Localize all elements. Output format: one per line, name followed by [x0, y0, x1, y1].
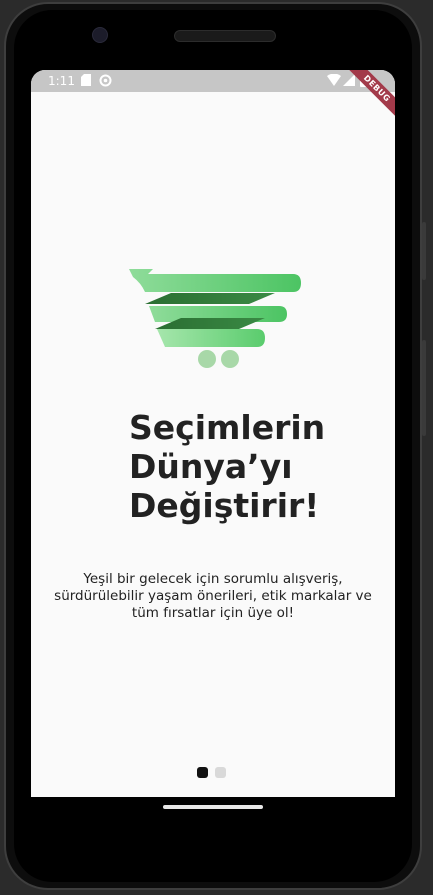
onboarding-subtitle: Yeşil bir gelecek için sorumlu alışveriş…	[54, 571, 372, 621]
settings-icon	[99, 74, 112, 90]
navigation-bar	[31, 797, 395, 821]
status-time: 1:11	[48, 74, 75, 88]
status-bar: 1:11 DEBUG	[31, 70, 395, 122]
onboarding-headline: Seçimlerin Dünya’yı Değiştirir!	[129, 408, 326, 525]
power-button	[422, 340, 426, 436]
page-dot-2[interactable]	[215, 767, 226, 778]
front-camera	[92, 27, 108, 43]
volume-button	[422, 222, 426, 280]
home-gesture-bar[interactable]	[163, 805, 263, 809]
page-indicator	[197, 767, 226, 778]
shopping-cart-logo	[129, 267, 303, 380]
wifi-icon	[327, 73, 341, 89]
page-dot-1-active[interactable]	[197, 767, 208, 778]
app-screen: 1:11 DEBUG Seçimlerin Dünya’yı Değiştiri…	[31, 70, 395, 797]
signal-icon	[343, 74, 355, 89]
sd-card-icon	[81, 74, 91, 89]
earpiece-speaker	[174, 30, 276, 42]
